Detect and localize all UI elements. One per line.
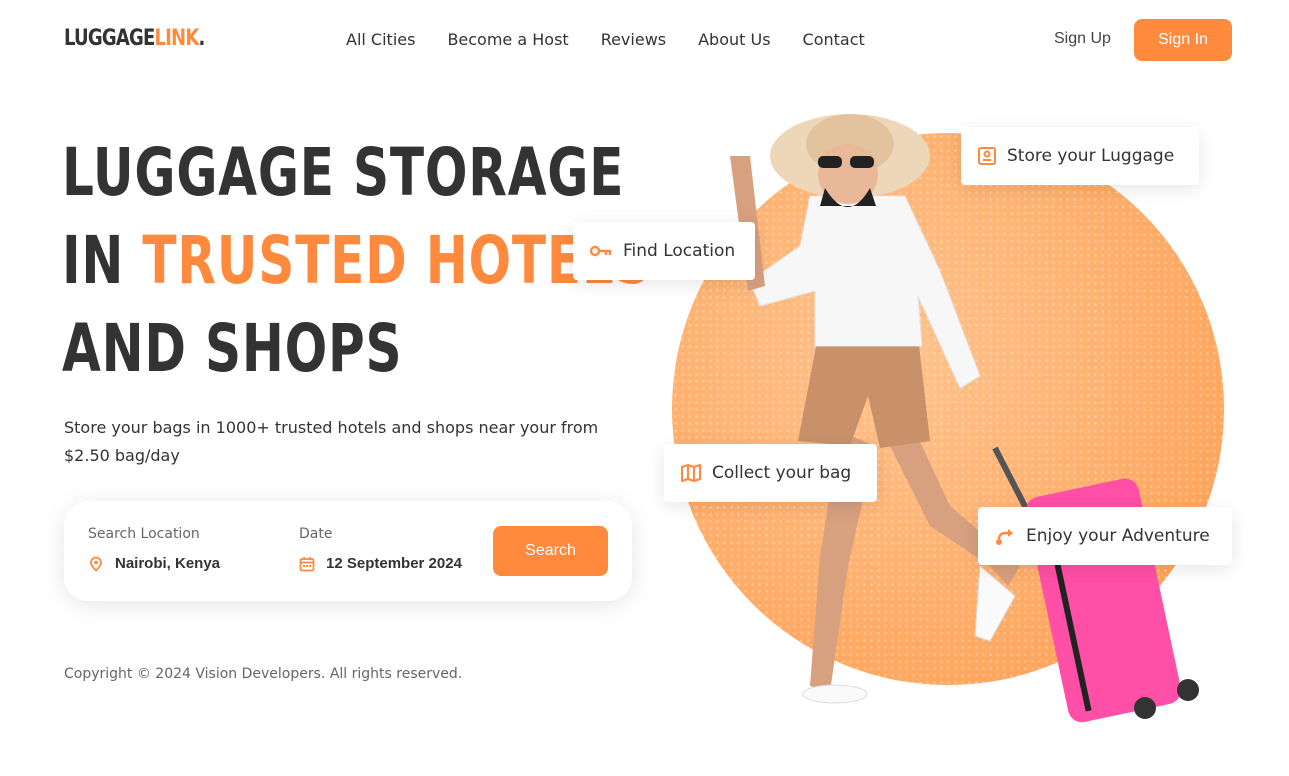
feature-store-label: Store your Luggage xyxy=(1007,146,1175,166)
nav-about-us[interactable]: About Us xyxy=(698,30,770,49)
feature-find-location: Find Location xyxy=(573,222,755,280)
feature-enjoy-label: Enjoy your Adventure xyxy=(1026,526,1210,546)
nav-all-cities[interactable]: All Cities xyxy=(346,30,415,49)
hero-subtitle: Store your bags in 1000+ trusted hotels … xyxy=(64,418,599,465)
hero-title-line-2: IN TRUSTED HOTELS xyxy=(62,228,651,294)
feature-store-luggage: Store your Luggage xyxy=(961,127,1199,185)
feature-collect-bag: Collect your bag xyxy=(664,444,877,502)
date-input[interactable]: 12 September 2024 xyxy=(326,555,462,572)
brand-logo[interactable]: LUGGAGELINK. xyxy=(64,26,205,51)
traveler-illustration xyxy=(730,114,1199,723)
feature-find-label: Find Location xyxy=(623,241,736,261)
location-label: Search Location xyxy=(88,526,200,542)
location-pin-icon xyxy=(90,556,102,572)
logo-dot: . xyxy=(198,26,205,51)
copyright-text: Copyright © 2024 Vision Developers. All … xyxy=(64,666,463,682)
date-label: Date xyxy=(299,526,333,542)
sign-up-link[interactable]: Sign Up xyxy=(1054,30,1111,48)
map-icon xyxy=(681,464,701,482)
calendar-icon xyxy=(299,557,315,572)
location-input[interactable]: Nairobi, Kenya xyxy=(115,555,220,572)
sign-in-button[interactable]: Sign In xyxy=(1134,19,1232,61)
hero-title-line-1: LUGGAGE STORAGE xyxy=(62,134,625,211)
route-arrow-icon xyxy=(996,529,1013,545)
luggage-icon xyxy=(978,147,996,165)
main-nav: All Cities Become a Host Reviews About U… xyxy=(346,30,865,49)
feature-collect-label: Collect your bag xyxy=(712,463,852,483)
suitcase-illustration xyxy=(992,446,1199,723)
logo-text-luggage: LUGGAGE xyxy=(64,26,155,51)
hero-title-prefix: IN xyxy=(62,222,143,299)
search-button[interactable]: Search xyxy=(493,526,608,576)
logo-text-link: LINK xyxy=(154,26,199,51)
search-card: Search Location Nairobi, Kenya Date 12 S… xyxy=(64,501,632,601)
feature-enjoy-adventure: Enjoy your Adventure xyxy=(978,507,1232,565)
nav-reviews[interactable]: Reviews xyxy=(601,30,666,49)
key-icon xyxy=(589,245,612,257)
hero-title-line-3: AND SHOPS xyxy=(62,310,403,387)
nav-become-a-host[interactable]: Become a Host xyxy=(447,30,568,49)
nav-contact[interactable]: Contact xyxy=(803,30,865,49)
